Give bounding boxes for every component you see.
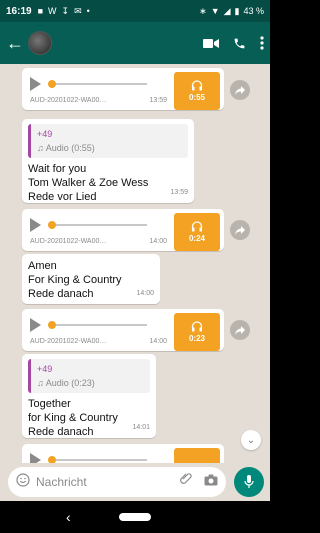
camera-icon[interactable] [204, 473, 218, 491]
mail-icon: ✉ [74, 5, 82, 16]
audio-seek-handle[interactable] [48, 221, 56, 229]
audio-duration: 0:23 [188, 334, 205, 343]
system-icons: ∗ ▼ ◢ ▮ 43 % [199, 6, 264, 17]
message-line: Rede danach [28, 288, 94, 300]
play-icon[interactable] [30, 318, 41, 332]
system-nav-bar: ‹ [0, 501, 270, 533]
headphones-icon: ♫ [37, 378, 44, 388]
audio-tile: 0:24 [174, 213, 220, 251]
forward-icon[interactable] [230, 320, 250, 340]
audio-message-partial [22, 444, 224, 463]
notification-icons: ■ W ↧ ✉ • [38, 6, 90, 17]
audio-progress-track[interactable] [48, 221, 147, 229]
status-time: 16:19 [6, 5, 32, 17]
message-line: For King & Country [28, 274, 122, 286]
forward-icon[interactable] [230, 220, 250, 240]
audio-duration: 0:55 [188, 93, 205, 102]
nav-home-pill[interactable] [119, 513, 151, 521]
signal-icon: ◢ [223, 5, 231, 16]
audio-message: AUD-20201022-WA0003... 14:00 0:23 [22, 309, 224, 351]
composer: Nachricht [0, 463, 270, 501]
nav-back-icon[interactable]: ‹ [66, 509, 71, 525]
more-vert-icon[interactable] [260, 36, 264, 50]
flag-icon: ■ [37, 6, 44, 16]
phone-icon[interactable] [233, 37, 246, 50]
battery-level: 43 % [243, 6, 264, 16]
headphones-icon: ♫ [37, 143, 44, 153]
message-placeholder: Nachricht [36, 475, 87, 489]
video-icon[interactable] [203, 38, 219, 49]
audio-message: AUD-20201022-WA0001... 13:59 0:55 [22, 68, 224, 110]
quote-audio: Audio (0:23) [45, 378, 95, 388]
text-message: +49 ♫ Audio (0:55) Wait for you Tom Walk… [22, 119, 194, 203]
message-time: 13:59 [170, 189, 188, 196]
quoted-message[interactable]: +49 ♫ Audio (0:23) [28, 359, 150, 393]
audio-tile: 0:23 [174, 313, 220, 351]
battery-icon: ▮ [234, 5, 240, 16]
play-icon[interactable] [30, 453, 41, 463]
message-line: Together [28, 398, 71, 410]
quote-sender: +49 [37, 129, 53, 139]
message-time: 14:00 [149, 338, 167, 345]
audio-progress-track[interactable] [48, 80, 147, 88]
header-actions [203, 36, 264, 50]
audio-message: AUD-20201022-WA0002... 14:00 0:24 [22, 209, 224, 251]
audio-filename: AUD-20201022-WA0001... [30, 97, 110, 104]
audio-filename: AUD-20201022-WA0002... [30, 238, 110, 245]
play-icon[interactable] [30, 77, 41, 91]
status-bar: 16:19 ■ W ↧ ✉ • ∗ ▼ ◢ ▮ 43 % [0, 0, 270, 22]
emoji-icon[interactable] [16, 472, 30, 492]
message-time: 14:00 [149, 238, 167, 245]
forward-icon[interactable] [230, 80, 250, 100]
quote-audio: Audio (0:55) [45, 143, 95, 153]
audio-progress-track[interactable] [48, 321, 147, 329]
text-message: +49 ♫ Audio (0:23) Together for King & C… [22, 354, 156, 438]
dot-icon: • [86, 6, 90, 16]
message-line: Tom Walker & Zoe Wess [28, 177, 149, 189]
audio-filename: AUD-20201022-WA0003... [30, 338, 110, 345]
audio-seek-handle[interactable] [48, 321, 56, 329]
play-icon[interactable] [30, 218, 41, 232]
message-input[interactable]: Nachricht [8, 467, 226, 497]
audio-tile [174, 448, 220, 463]
avatar[interactable] [28, 31, 52, 55]
chevron-double-down-icon[interactable]: ⌄ [241, 430, 261, 450]
audio-duration: 0:24 [188, 234, 205, 243]
paperclip-icon[interactable] [180, 473, 192, 491]
audio-tile: 0:55 [174, 72, 220, 110]
quoted-message[interactable]: +49 ♫ Audio (0:55) [28, 124, 188, 158]
arrow-left-icon[interactable]: ← [6, 33, 24, 54]
headphones-icon [191, 321, 203, 332]
message-line: Rede vor Lied [28, 191, 97, 203]
message-line: Wait for you [28, 163, 87, 175]
message-line: Amen [28, 260, 57, 272]
audio-progress-track[interactable] [48, 456, 147, 463]
text-message: Amen For King & Country Rede danach 14:0… [22, 254, 160, 304]
headphones-icon [191, 221, 203, 232]
chat-area: AUD-20201022-WA0001... 13:59 0:55 +49 ♫ … [0, 64, 270, 463]
message-time: 13:59 [149, 97, 167, 104]
message-time: 14:01 [132, 424, 150, 431]
download-icon: ↧ [61, 5, 70, 16]
wifi-icon: ▼ [210, 6, 220, 16]
bluetooth-icon: ∗ [199, 5, 207, 16]
mic-icon[interactable] [234, 467, 264, 497]
audio-seek-handle[interactable] [48, 456, 56, 463]
audio-seek-handle[interactable] [48, 80, 56, 88]
headphones-icon [191, 80, 203, 91]
chat-header: ← [0, 22, 270, 64]
whatsapp-notification-icon: W [48, 6, 57, 16]
message-time: 14:00 [136, 290, 154, 297]
quote-sender: +49 [37, 364, 53, 374]
